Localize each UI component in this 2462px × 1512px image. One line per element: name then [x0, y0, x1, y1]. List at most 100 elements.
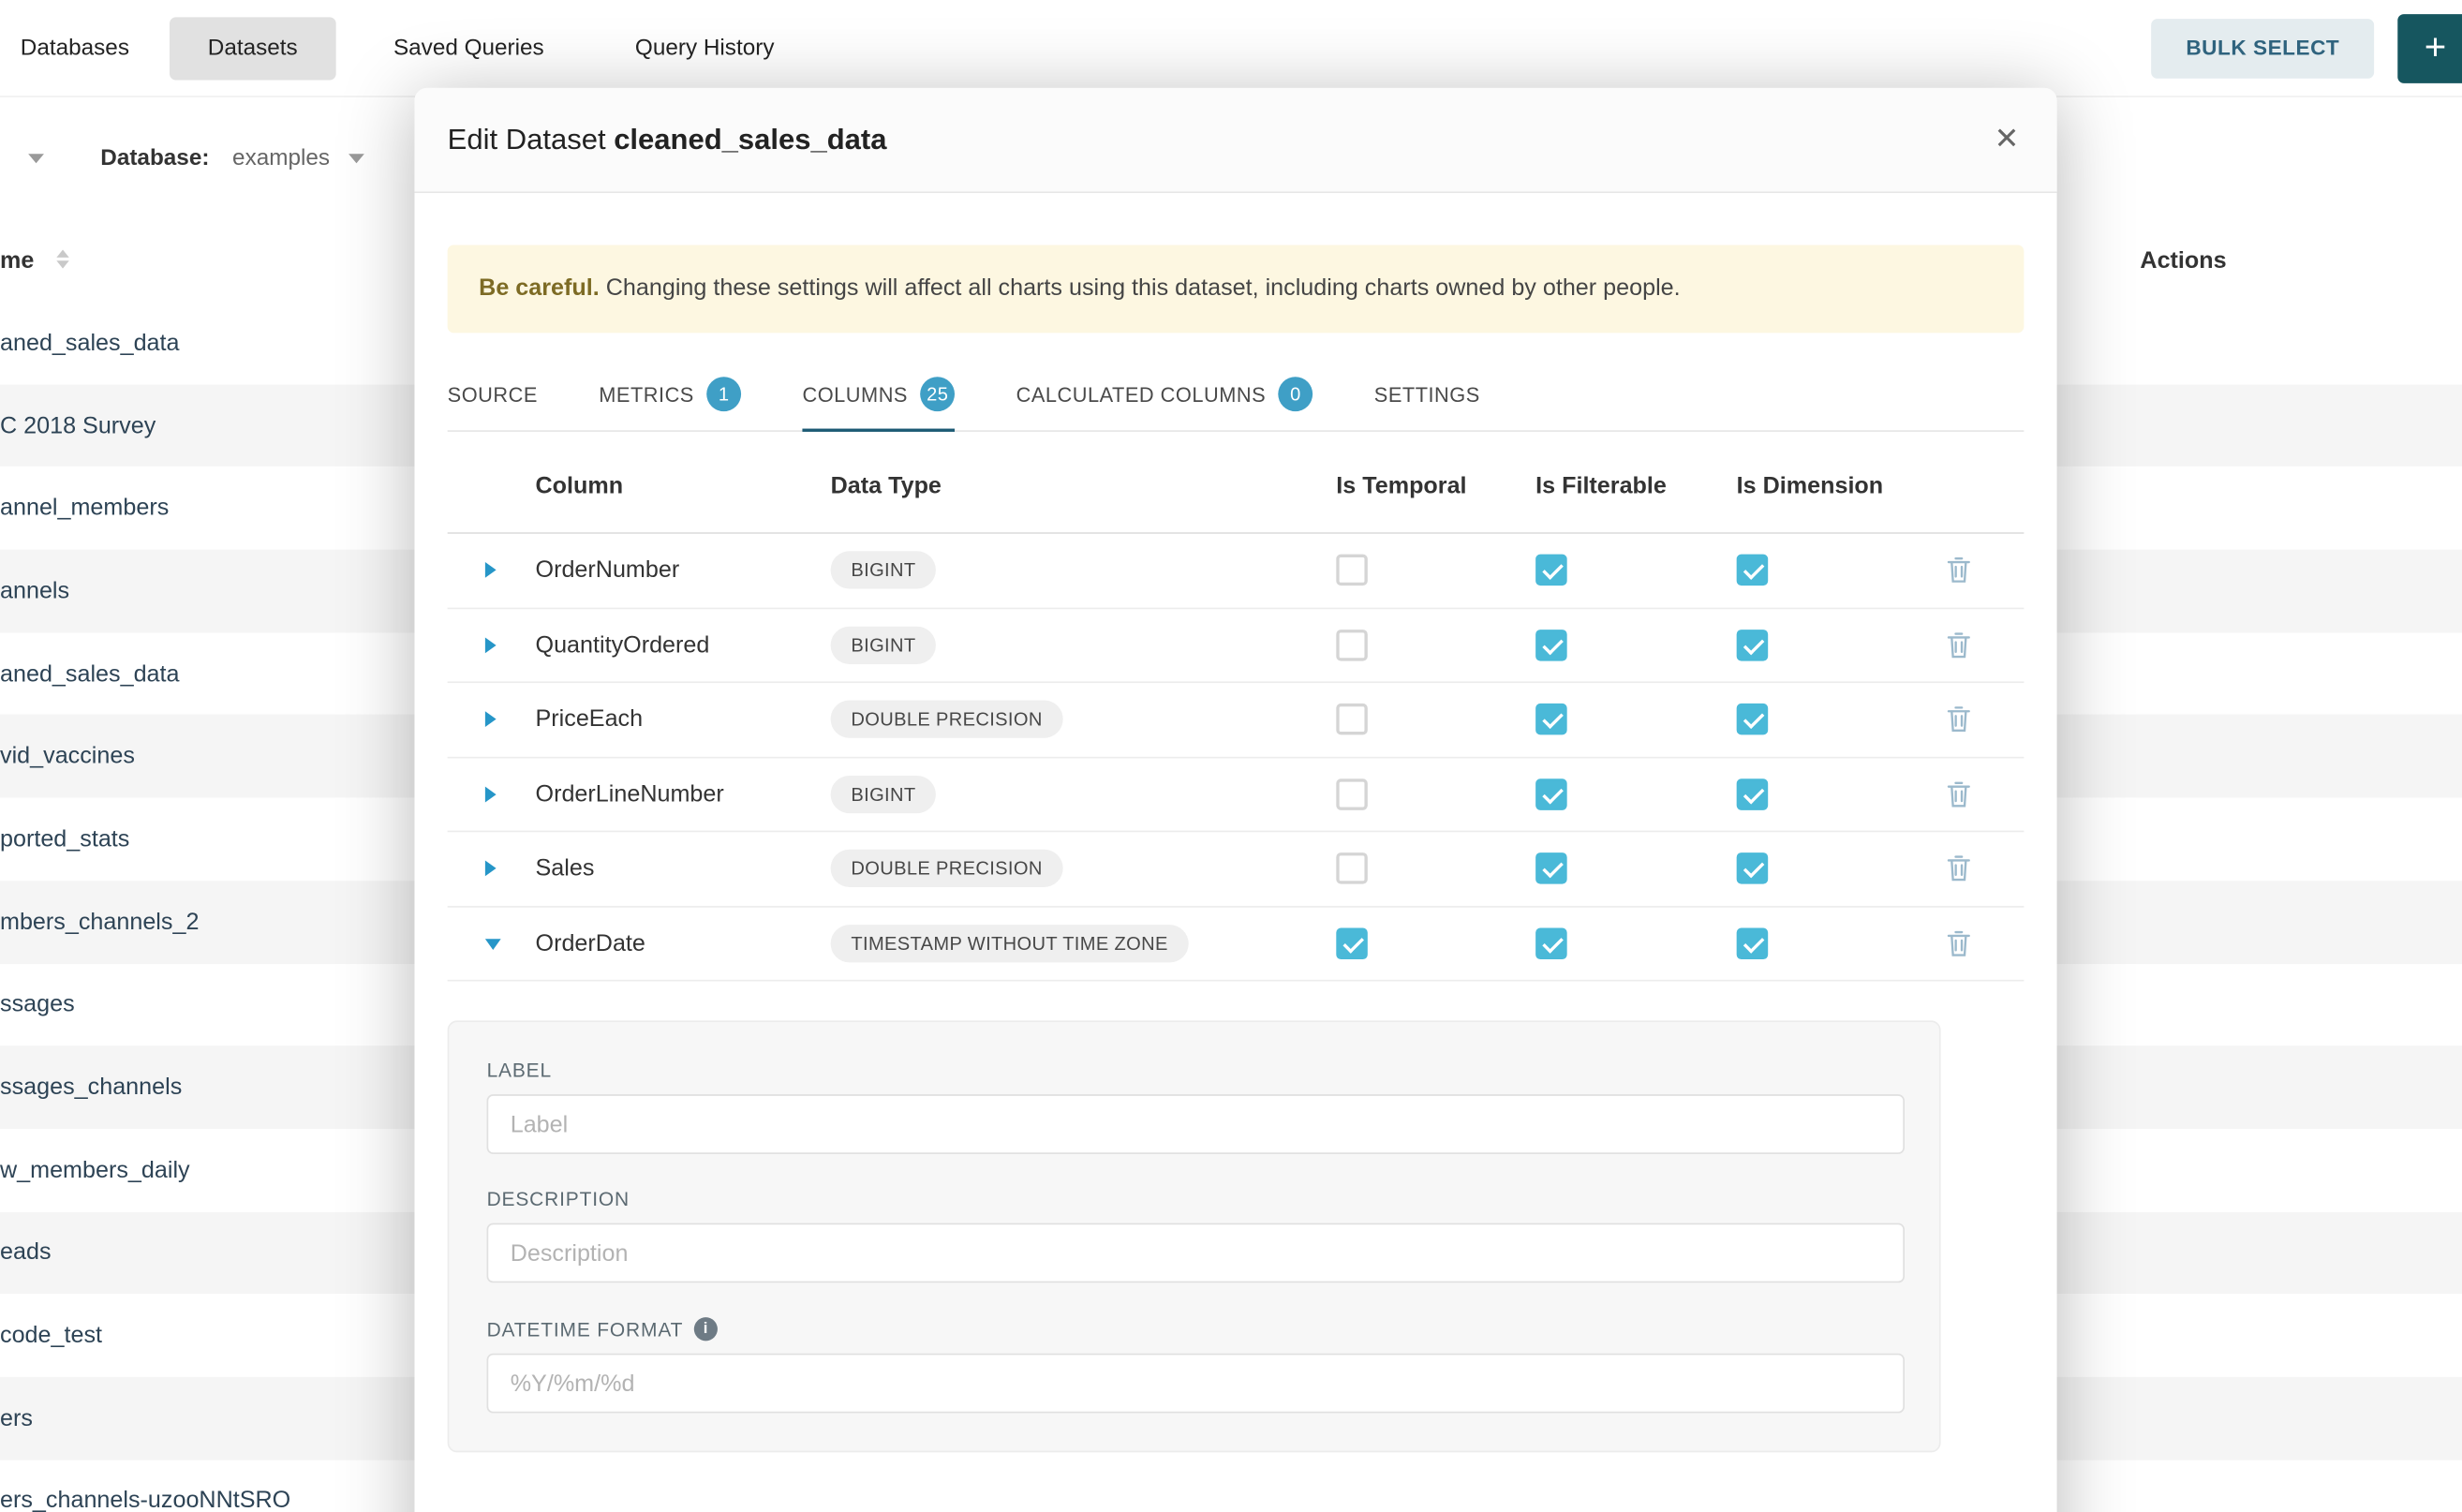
add-dataset-button[interactable]: + [2397, 13, 2462, 82]
nav-saved-queries[interactable]: Saved Queries [393, 36, 544, 61]
nav-datasets[interactable]: Datasets [171, 17, 335, 80]
sort-icon[interactable] [56, 249, 68, 268]
nav-actions: BULK SELECT + [2151, 13, 2462, 82]
is-temporal-checkbox[interactable] [1336, 555, 1368, 586]
data-type-pill: BIGINT [831, 552, 937, 589]
tab-columns[interactable]: COLUMNS 25 [802, 355, 955, 432]
expand-caret-icon[interactable] [485, 562, 497, 578]
dataset-link[interactable]: C 2018 Survey [0, 412, 156, 438]
dataset-link[interactable]: code_test [0, 1322, 102, 1348]
label-text: DATETIME FORMAT [487, 1318, 684, 1340]
info-icon[interactable]: i [694, 1317, 718, 1341]
is-dimension-checkbox[interactable] [1737, 555, 1769, 586]
delete-column-icon[interactable] [1947, 780, 1970, 807]
chevron-down-icon[interactable] [349, 154, 364, 163]
description-field-label: DESCRIPTION [487, 1189, 1902, 1210]
label-text: LABEL [487, 1060, 552, 1081]
dataset-link[interactable]: ssages [0, 991, 75, 1017]
metrics-count-badge: 1 [706, 377, 741, 411]
tab-source[interactable]: SOURCE [448, 355, 538, 432]
is-dimension-checkbox[interactable] [1737, 630, 1769, 661]
description-input[interactable] [487, 1223, 1905, 1283]
column-detail-panel: LABEL DESCRIPTION DATETIME FORMAT i [448, 1020, 1941, 1452]
column-name: OrderNumber [536, 557, 680, 584]
modal-header: Edit Dataset cleaned_sales_data ✕ [414, 88, 2056, 193]
tab-metrics[interactable]: METRICS 1 [599, 355, 741, 432]
expand-caret-icon[interactable] [485, 786, 497, 802]
table-row: OrderLineNumber BIGINT [448, 758, 2024, 833]
column-name: PriceEach [536, 706, 644, 733]
column-name: OrderDate [536, 930, 645, 956]
calculated-columns-count-badge: 0 [1279, 377, 1313, 411]
is-filterable-checkbox[interactable] [1535, 555, 1567, 586]
tab-label: COLUMNS [802, 382, 907, 406]
delete-column-icon[interactable] [1947, 855, 1970, 882]
tab-calculated-columns[interactable]: CALCULATED COLUMNS 0 [1016, 355, 1313, 432]
warning-bold-text: Be careful. [479, 274, 600, 301]
data-type-pill: BIGINT [831, 626, 937, 663]
dataset-link[interactable]: eads [0, 1239, 52, 1266]
bulk-select-button[interactable]: BULK SELECT [2151, 18, 2374, 78]
dataset-link[interactable]: ssages_channels [0, 1074, 182, 1100]
database-filter-value[interactable]: examples [232, 146, 330, 171]
modal-title-dataset-name: cleaned_sales_data [614, 123, 886, 156]
nav-query-history[interactable]: Query History [635, 36, 775, 61]
dataset-link[interactable]: annels [0, 578, 69, 604]
modal-title-prefix: Edit Dataset [448, 123, 606, 156]
warning-banner: Be careful. Changing these settings will… [448, 245, 2024, 333]
nav-databases[interactable]: Databases [21, 36, 129, 61]
is-dimension-checkbox[interactable] [1737, 778, 1769, 810]
is-temporal-checkbox[interactable] [1336, 778, 1368, 810]
columns-table: Column Data Type Is Temporal Is Filterab… [448, 432, 2024, 982]
tab-label: METRICS [599, 382, 694, 406]
dataset-link[interactable]: aned_sales_data [0, 330, 180, 356]
column-header: Column [536, 472, 624, 498]
is-filterable-checkbox[interactable] [1535, 852, 1567, 884]
dataset-link[interactable]: annel_members [0, 495, 169, 521]
delete-column-icon[interactable] [1947, 930, 1970, 956]
is-temporal-checkbox[interactable] [1336, 630, 1368, 661]
delete-column-icon[interactable] [1947, 631, 1970, 658]
label-field-label: LABEL [487, 1060, 1902, 1081]
dataset-link[interactable]: ers [0, 1405, 33, 1431]
close-icon[interactable]: ✕ [1995, 122, 2020, 158]
tab-settings[interactable]: SETTINGS [1374, 355, 1480, 432]
dataset-link[interactable]: aned_sales_data [0, 660, 180, 687]
is-temporal-checkbox[interactable] [1336, 704, 1368, 735]
delete-column-icon[interactable] [1947, 557, 1970, 584]
expand-caret-icon[interactable] [485, 637, 497, 653]
collapse-caret-icon[interactable] [485, 939, 501, 950]
chevron-down-icon[interactable] [28, 154, 44, 163]
database-filter-label: Database: [100, 146, 209, 171]
is-temporal-checkbox[interactable] [1336, 852, 1368, 884]
is-dimension-checkbox[interactable] [1737, 852, 1769, 884]
is-temporal-checkbox[interactable] [1336, 927, 1368, 959]
tab-label: SOURCE [448, 382, 538, 406]
columns-count-badge: 25 [920, 377, 955, 411]
dataset-link[interactable]: ported_stats [0, 826, 129, 852]
is-temporal-header: Is Temporal [1336, 472, 1466, 498]
dataset-link[interactable]: mbers_channels_2 [0, 909, 199, 935]
column-name: Sales [536, 855, 595, 882]
label-text: DESCRIPTION [487, 1189, 630, 1210]
dataset-link[interactable]: w_members_daily [0, 1157, 190, 1183]
datetime-format-input[interactable] [487, 1354, 1905, 1414]
is-filterable-checkbox[interactable] [1535, 704, 1567, 735]
name-column-header[interactable]: me [0, 247, 34, 274]
is-dimension-checkbox[interactable] [1737, 704, 1769, 735]
edit-dataset-modal: Edit Dataset cleaned_sales_data ✕ Be car… [414, 88, 2056, 1512]
table-row: PriceEach DOUBLE PRECISION [448, 683, 2024, 758]
delete-column-icon[interactable] [1947, 706, 1970, 733]
is-dimension-checkbox[interactable] [1737, 927, 1769, 959]
expand-caret-icon[interactable] [485, 861, 497, 877]
is-filterable-checkbox[interactable] [1535, 927, 1567, 959]
dataset-link[interactable]: ers_channels-uzooNNtSRO [0, 1488, 290, 1512]
warning-text: Changing these settings will affect all … [606, 274, 1681, 301]
dataset-link[interactable]: vid_vaccines [0, 743, 135, 769]
modal-body: Be careful. Changing these settings will… [414, 245, 2056, 1452]
expand-caret-icon[interactable] [485, 712, 497, 728]
is-filterable-checkbox[interactable] [1535, 778, 1567, 810]
label-input[interactable] [487, 1094, 1905, 1154]
is-filterable-checkbox[interactable] [1535, 630, 1567, 661]
tab-label: CALCULATED COLUMNS [1016, 382, 1267, 406]
